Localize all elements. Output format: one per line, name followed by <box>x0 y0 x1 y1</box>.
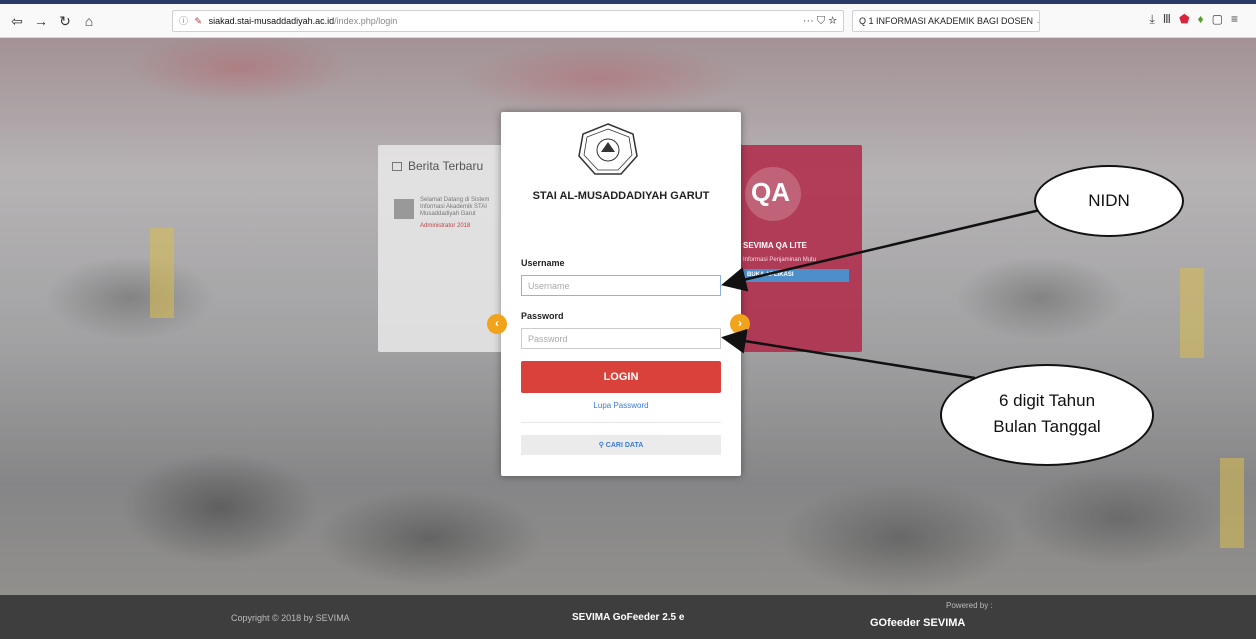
extension-icon[interactable]: ♦ <box>1198 12 1212 26</box>
news-card-header: Berita Terbaru <box>392 159 483 173</box>
carousel-prev-button[interactable]: ‹ <box>487 314 507 334</box>
news-item-meta: Administrator 2018 <box>420 223 471 229</box>
school-name: STAI AL-MUSADDADIYAH GARUT <box>532 190 710 202</box>
back-icon[interactable]: ⇦ <box>8 12 26 30</box>
browser-toolbar: ⇦ → ↻ ⌂ ⓘ ✎ siakad.stai-musaddadiyah.ac.… <box>0 0 1256 38</box>
page-actions[interactable]: ··· ⛉ ☆ <box>803 11 837 31</box>
site-info-icon[interactable]: ⓘ <box>179 16 188 26</box>
library-icon[interactable]: Ⅲ <box>1163 12 1179 26</box>
login-card: STAI AL-MUSADDADIYAH GARUT Username Pass… <box>501 112 741 476</box>
ublock-icon[interactable]: ⬟ <box>1179 12 1197 26</box>
username-label: Username <box>521 258 565 268</box>
footer-brand-logo: GOfeeder SEVIMA <box>870 617 966 629</box>
address-bar[interactable]: ⓘ ✎ siakad.stai-musaddadiyah.ac.id/index… <box>172 10 844 32</box>
login-button[interactable]: LOGIN <box>521 361 721 393</box>
forward-icon[interactable]: → <box>32 12 50 30</box>
school-seal-logo <box>578 123 638 175</box>
reload-icon[interactable]: ↻ <box>56 12 74 30</box>
password-input[interactable] <box>521 328 721 349</box>
page-footer: Copyright © 2018 by SEVIMA SEVIMA GoFeed… <box>0 595 1256 639</box>
footer-copyright: Copyright © 2018 by SEVIMA <box>231 613 350 623</box>
url-domain: siakad.stai-musaddadiyah.ac.id <box>208 16 335 26</box>
toolbar-right-icons: ⤓Ⅲ⬟♦▢≡ <box>1149 12 1246 27</box>
search-icon: ⚲ <box>598 442 606 449</box>
qa-card-subtitle: Informasi Penjaminan Mutu <box>743 257 817 263</box>
search-data-button[interactable]: ⚲ CARI DATA <box>521 435 721 455</box>
news-thumbnail <box>394 199 414 219</box>
forgot-password-link[interactable]: Lupa Password <box>501 401 741 410</box>
password-hint-line1: 6 digit Tahun <box>998 391 1096 410</box>
insecure-lock-icon: ✎ <box>194 16 203 26</box>
qa-logo-mark: QA <box>751 177 790 207</box>
qa-lite-card: QA SEVIMA QA LITE Informasi Penjaminan M… <box>735 145 862 352</box>
download-icon[interactable]: ⤓ <box>1149 12 1162 26</box>
divider <box>521 422 721 423</box>
browser-search-field[interactable]: Q 1 INFORMASI AKADEMIK BAGI DOSEN → <box>852 10 1040 32</box>
search-data-label: CARI DATA <box>605 442 644 449</box>
password-label: Password <box>521 311 564 321</box>
footer-powered-by: Powered by : <box>946 601 993 610</box>
footer-product: SEVIMA GoFeeder 2.5 e <box>572 612 685 623</box>
qa-logo: QA <box>745 167 801 221</box>
username-input[interactable] <box>521 275 721 296</box>
url-path: /index.php/login <box>334 16 398 26</box>
qa-open-app-button[interactable]: BUKA APLIKASI <box>743 269 849 282</box>
nidn-callout: NIDN <box>1034 165 1184 237</box>
toolbar-top-accent <box>0 0 1256 4</box>
menu-icon[interactable]: ≡ <box>1231 12 1246 26</box>
password-hint-line2: Bulan Tanggal <box>993 417 1101 436</box>
qa-card-title: SEVIMA QA LITE <box>743 241 807 250</box>
news-item-text[interactable]: Selamat Datang di Sistem Informasi Akade… <box>420 197 512 218</box>
news-card-title: Berita Terbaru <box>408 159 484 173</box>
carousel-next-button[interactable]: › <box>730 314 750 334</box>
home-icon[interactable]: ⌂ <box>80 12 98 30</box>
sidebar-icon[interactable]: ▢ <box>1212 12 1231 26</box>
newspaper-icon <box>392 162 402 172</box>
password-hint-callout: 6 digit Tahun Bulan Tanggal <box>940 364 1154 466</box>
